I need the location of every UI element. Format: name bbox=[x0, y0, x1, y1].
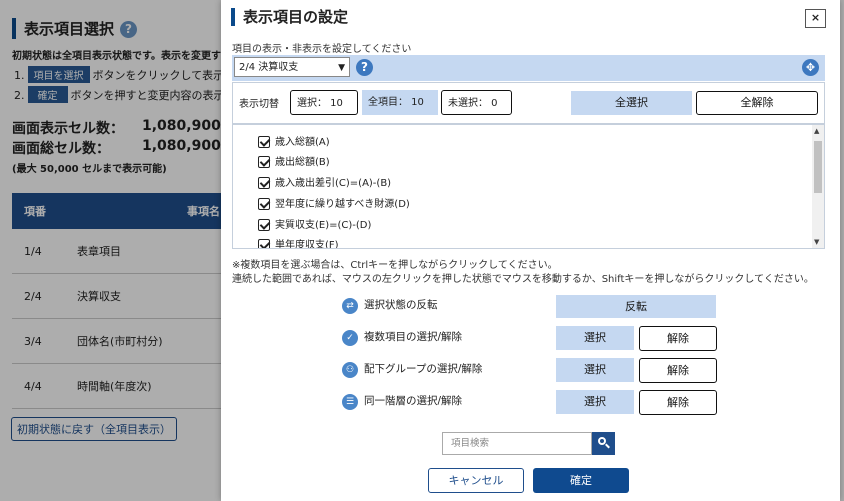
list-item-label: 実質収支(E)=(C)-(D) bbox=[275, 220, 372, 231]
list-item-label: 翌年度に繰り越すべき財源(D) bbox=[275, 199, 410, 210]
deselect-all-button[interactable]: 全解除 bbox=[696, 91, 818, 115]
help-icon[interactable]: ? bbox=[356, 59, 373, 76]
checkbox-checked-icon[interactable] bbox=[258, 239, 270, 248]
list-item-label: 歳入歳出差引(C)=(A)-(B) bbox=[275, 178, 392, 189]
list-item[interactable]: 単年度収支(F) bbox=[258, 238, 339, 249]
checkbox-checked-icon[interactable] bbox=[258, 177, 270, 189]
same-level-select-button[interactable]: 選択 bbox=[556, 390, 634, 414]
invert-selection-label: 選択状態の反転 bbox=[364, 299, 438, 311]
checkbox-checked-icon[interactable] bbox=[258, 198, 270, 210]
multi-select-button[interactable]: 選択 bbox=[556, 326, 634, 350]
list-item[interactable]: 実質収支(E)=(C)-(D) bbox=[258, 218, 371, 234]
item-search-input[interactable]: 項目検索 bbox=[442, 432, 592, 455]
item-listbox[interactable]: 歳入総額(A) 歳出総額(B) 歳入歳出差引(C)=(A)-(B) 翌年度に繰り… bbox=[232, 124, 825, 249]
invert-button[interactable]: 反転 bbox=[556, 295, 716, 318]
list-item-label: 歳出総額(B) bbox=[275, 157, 330, 168]
modal-title: 表示項目の設定 bbox=[231, 8, 348, 26]
close-button[interactable]: × bbox=[805, 9, 826, 28]
same-level-deselect-button[interactable]: 解除 bbox=[639, 390, 717, 415]
list-scrollbar[interactable]: ▲ ▼ bbox=[812, 125, 824, 248]
select-all-button[interactable]: 全選択 bbox=[571, 91, 692, 115]
list-item[interactable]: 歳入総額(A) bbox=[258, 135, 330, 151]
dimension-select-value: 2/4 決算収支 bbox=[239, 62, 299, 73]
expand-icon[interactable]: ✥ bbox=[802, 59, 819, 76]
unselected-count-toggle[interactable]: 未選択： 0 bbox=[441, 90, 512, 115]
selected-count-toggle[interactable]: 選択： 10 bbox=[290, 90, 358, 115]
filter-label: 表示切替 bbox=[239, 99, 279, 110]
list-item-label: 歳入総額(A) bbox=[275, 137, 330, 148]
range-select-note: 連続した範囲であれば、マウスの左クリックを押した状態でマウスを移動するか、Shi… bbox=[232, 274, 814, 285]
list-item-label: 単年度収支(F) bbox=[275, 240, 339, 249]
search-icon-handle bbox=[605, 443, 610, 449]
child-group-select-button[interactable]: 選択 bbox=[556, 358, 634, 382]
cancel-button[interactable]: キャンセル bbox=[428, 468, 524, 493]
scroll-thumb[interactable] bbox=[814, 141, 822, 193]
list-icon: ☰ bbox=[342, 394, 358, 410]
check-circle-icon: ✓ bbox=[342, 330, 358, 346]
multi-item-label: 複数項目の選択/解除 bbox=[364, 331, 463, 343]
modal-subtitle: 項目の表示・非表示を設定してください bbox=[232, 44, 412, 55]
display-settings-modal: 表示項目の設定 × 項目の表示・非表示を設定してください 2/4 決算収支 ▼ … bbox=[221, 0, 840, 501]
child-group-label: 配下グループの選択/解除 bbox=[364, 363, 483, 375]
scroll-up-icon[interactable]: ▲ bbox=[814, 127, 819, 135]
multi-select-note: ※複数項目を選ぶ場合は、Ctrlキーを押しながらクリックしてください。 bbox=[232, 260, 558, 271]
checkbox-checked-icon[interactable] bbox=[258, 136, 270, 148]
list-item[interactable]: 翌年度に繰り越すべき財源(D) bbox=[258, 197, 410, 213]
checkbox-checked-icon[interactable] bbox=[258, 219, 270, 231]
filter-row: 表示切替 選択： 10 全項目： 10 未選択： 0 全選択 全解除 bbox=[232, 82, 825, 124]
scroll-down-icon[interactable]: ▼ bbox=[814, 238, 819, 246]
hierarchy-icon: ⚇ bbox=[342, 362, 358, 378]
child-group-deselect-button[interactable]: 解除 bbox=[639, 358, 717, 383]
all-count-toggle[interactable]: 全項目： 10 bbox=[362, 90, 438, 115]
dimension-select-bar: 2/4 決算収支 ▼ ? ✥ bbox=[232, 55, 825, 81]
checkbox-checked-icon[interactable] bbox=[258, 156, 270, 168]
confirm-button[interactable]: 確定 bbox=[533, 468, 629, 493]
swap-icon: ⇄ bbox=[342, 298, 358, 314]
search-button[interactable] bbox=[592, 432, 615, 455]
multi-deselect-button[interactable]: 解除 bbox=[639, 326, 717, 351]
same-level-label: 同一階層の選択/解除 bbox=[364, 395, 463, 407]
dimension-select[interactable]: 2/4 決算収支 ▼ bbox=[234, 57, 350, 77]
chevron-down-icon: ▼ bbox=[338, 63, 345, 73]
list-item[interactable]: 歳入歳出差引(C)=(A)-(B) bbox=[258, 176, 391, 192]
list-item[interactable]: 歳出総額(B) bbox=[258, 155, 330, 171]
